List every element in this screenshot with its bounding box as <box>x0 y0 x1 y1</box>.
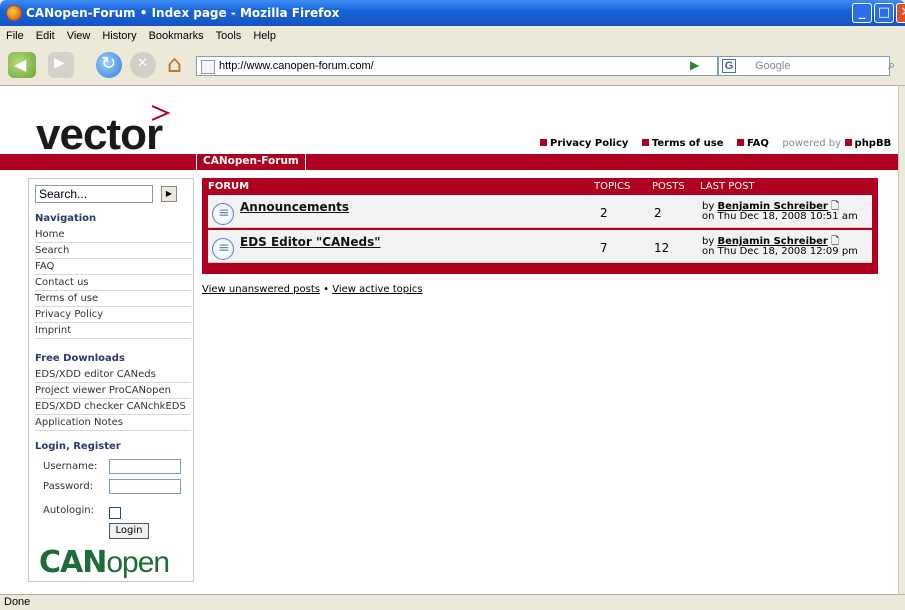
download-procanopen[interactable]: Project viewer ProCANopen <box>35 383 191 399</box>
menu-bar: File Edit View History Bookmarks Tools H… <box>0 26 905 46</box>
forum-read-icon <box>212 203 234 225</box>
downloads-title: Free Downloads <box>35 353 125 364</box>
menu-bookmarks[interactable]: Bookmarks <box>143 30 210 42</box>
col-last-post: LAST POST <box>700 181 755 192</box>
posts-count: 2 <box>654 206 662 220</box>
posts-count: 12 <box>654 241 670 255</box>
topics-count: 2 <box>600 206 608 220</box>
sidebar-item-search[interactable]: Search <box>35 243 191 259</box>
canopen-logo-bold: CAN <box>39 545 107 580</box>
close-button[interactable]: ✕ <box>896 3 905 23</box>
sidebar-item-imprint[interactable]: Imprint <box>35 323 191 339</box>
forum-table-header: FORUM TOPICS POSTS LAST POST <box>202 178 878 194</box>
username-label: Username: <box>43 461 98 472</box>
minimize-button[interactable]: _ <box>852 3 872 23</box>
bullet-icon <box>844 139 852 146</box>
stop-button[interactable] <box>130 52 156 78</box>
go-icon[interactable]: ▶ <box>690 58 704 72</box>
last-post-date: on Thu Dec 18, 2008 12:09 pm <box>702 246 858 257</box>
forward-button[interactable] <box>48 52 74 78</box>
sidebar-item-home[interactable]: Home <box>35 227 191 243</box>
maximize-button[interactable]: □ <box>874 3 894 23</box>
navigation-title: Navigation <box>35 213 97 224</box>
breadcrumb[interactable]: CANopen-Forum <box>196 154 306 170</box>
link-separator: • <box>323 284 330 295</box>
page-content: vector Privacy Policy Terms of use FAQ p… <box>0 86 898 594</box>
menu-help[interactable]: Help <box>247 30 282 42</box>
menu-file[interactable]: File <box>0 30 30 42</box>
powered-by-label: powered by <box>782 138 842 149</box>
forum-table: FORUM TOPICS POSTS LAST POST Announcemen… <box>202 178 878 274</box>
col-forum: FORUM <box>208 181 250 192</box>
google-icon: G <box>722 59 736 73</box>
sidebar-search-button[interactable]: ▶ <box>161 186 177 202</box>
bullet-icon <box>540 139 547 146</box>
topics-count: 7 <box>600 241 608 255</box>
canopen-logo: CANopen <box>39 545 170 580</box>
login-button[interactable]: Login <box>109 523 149 539</box>
autologin-label: Autologin: <box>43 505 94 516</box>
forum-title-link[interactable]: EDS Editor "CANeds" <box>240 235 380 249</box>
faq-link[interactable]: FAQ <box>747 138 769 149</box>
sidebar-item-faq[interactable]: FAQ <box>35 259 191 275</box>
sidebar-item-privacy[interactable]: Privacy Policy <box>35 307 191 323</box>
header-bar <box>0 154 898 170</box>
forum-row: Announcements 2 2 by Benjamin Schreiber … <box>208 195 872 228</box>
unanswered-posts-link[interactable]: View unanswered posts <box>202 284 320 295</box>
privacy-policy-link[interactable]: Privacy Policy <box>550 138 628 149</box>
vertical-scrollbar[interactable] <box>898 86 905 594</box>
menu-tools[interactable]: Tools <box>210 30 248 42</box>
login-title: Login, Register <box>35 441 121 452</box>
logo-arrow-icon <box>151 105 171 121</box>
menu-history[interactable]: History <box>96 30 142 42</box>
menu-edit[interactable]: Edit <box>30 30 61 42</box>
canopen-logo-rest: open <box>106 546 170 579</box>
active-topics-link[interactable]: View active topics <box>332 284 422 295</box>
window-titlebar: CANopen-Forum • Index page - Mozilla Fir… <box>0 0 905 26</box>
password-field[interactable] <box>109 479 181 494</box>
col-posts: POSTS <box>652 181 685 192</box>
window-title: CANopen-Forum • Index page - Mozilla Fir… <box>26 6 340 20</box>
autologin-checkbox[interactable] <box>109 507 121 519</box>
firefox-icon <box>6 5 22 21</box>
download-appnotes[interactable]: Application Notes <box>35 415 191 431</box>
password-label: Password: <box>43 481 94 492</box>
last-post-date: on Thu Dec 18, 2008 10:51 am <box>702 211 858 222</box>
reload-button[interactable] <box>96 52 122 78</box>
sidebar-item-contact[interactable]: Contact us <box>35 275 191 291</box>
username-field[interactable] <box>109 459 181 474</box>
col-topics: TOPICS <box>594 181 631 192</box>
phpbb-link[interactable]: phpBB <box>855 138 892 149</box>
menu-view[interactable]: View <box>61 30 97 42</box>
search-icon[interactable]: ⌕ <box>888 58 895 73</box>
url-bar[interactable]: http://www.canopen-forum.com/ <box>196 56 718 76</box>
download-canchkeds[interactable]: EDS/XDD checker CANchkEDS <box>35 399 191 415</box>
header-links: Privacy Policy Terms of use FAQ powered … <box>540 138 891 149</box>
status-text: Done <box>4 596 31 608</box>
web-search-input[interactable]: G Google <box>718 56 890 76</box>
sidebar-item-terms[interactable]: Terms of use <box>35 291 191 307</box>
status-bar: Done <box>0 594 905 610</box>
bullet-icon <box>736 139 744 146</box>
forum-row: EDS Editor "CANeds" 7 12 by Benjamin Sch… <box>208 230 872 263</box>
sidebar: Search... ▶ Navigation Home Search FAQ C… <box>28 178 194 582</box>
sidebar-search-input[interactable]: Search... <box>35 185 153 203</box>
terms-link[interactable]: Terms of use <box>652 138 724 149</box>
navigation-toolbar: http://www.canopen-forum.com/ ▶ G Google… <box>0 46 905 86</box>
bullet-icon <box>641 139 649 146</box>
vector-logo[interactable]: vector <box>36 110 163 160</box>
forum-title-link[interactable]: Announcements <box>240 200 349 214</box>
download-caneds[interactable]: EDS/XDD editor CANeds <box>35 367 191 383</box>
forum-read-icon <box>212 238 234 260</box>
web-search-placeholder: Google <box>755 60 791 72</box>
forum-footer-links: View unanswered posts • View active topi… <box>202 284 423 295</box>
home-button[interactable] <box>164 50 190 78</box>
back-button[interactable] <box>8 52 36 78</box>
